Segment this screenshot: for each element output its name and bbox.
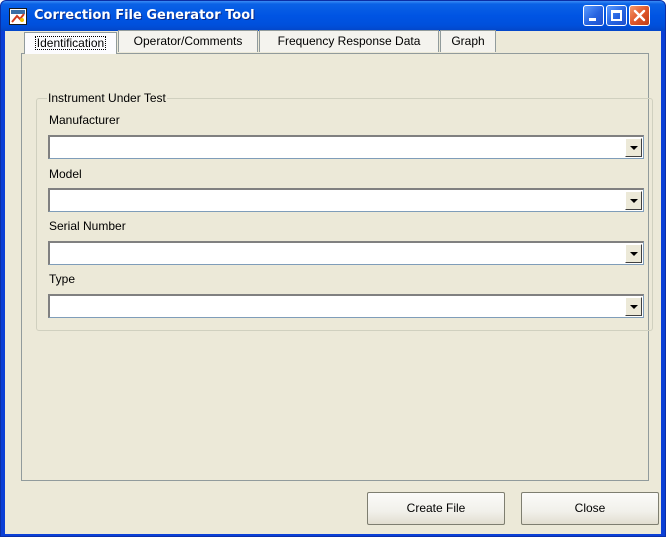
create-file-button[interactable]: Create File (367, 492, 505, 525)
title-bar[interactable]: Correction File Generator Tool (1, 1, 665, 31)
manufacturer-combobox[interactable] (48, 135, 644, 159)
chevron-down-icon (630, 305, 638, 309)
serial-number-combobox[interactable] (48, 241, 644, 265)
model-label: Model (49, 167, 82, 181)
tab-graph[interactable]: Graph (440, 30, 496, 52)
chevron-down-icon (630, 146, 638, 150)
group-title: Instrument Under Test (47, 91, 167, 105)
close-window-button[interactable] (629, 5, 650, 26)
close-icon (633, 9, 646, 22)
maximize-icon (611, 10, 622, 21)
type-combobox[interactable] (48, 294, 644, 318)
tab-label: Identification (34, 36, 107, 50)
model-combobox[interactable] (48, 188, 644, 212)
close-button[interactable]: Close (521, 492, 659, 525)
model-dropdown-button[interactable] (625, 191, 642, 210)
window-title: Correction File Generator Tool (34, 8, 255, 23)
serial-number-dropdown-button[interactable] (625, 244, 642, 263)
chevron-down-icon (630, 252, 638, 256)
tab-identification[interactable]: Identification (24, 32, 117, 54)
minimize-icon (589, 18, 596, 21)
tool-icon (9, 8, 27, 25)
minimize-button[interactable] (583, 5, 604, 26)
tab-label: Operator/Comments (133, 34, 243, 48)
tab-frequency-response-data[interactable]: Frequency Response Data (259, 30, 439, 52)
type-label: Type (49, 272, 76, 286)
manufacturer-label: Manufacturer (49, 113, 120, 127)
type-dropdown-button[interactable] (625, 297, 642, 316)
tab-operator-comments[interactable]: Operator/Comments (118, 30, 258, 52)
maximize-button[interactable] (606, 5, 627, 26)
manufacturer-dropdown-button[interactable] (625, 138, 642, 157)
tab-label: Graph (451, 34, 485, 48)
app-window: Correction File Generator Tool Identific… (0, 0, 666, 537)
serial-number-label: Serial Number (49, 219, 126, 233)
tab-label: Frequency Response Data (277, 34, 421, 48)
chevron-down-icon (630, 199, 638, 203)
